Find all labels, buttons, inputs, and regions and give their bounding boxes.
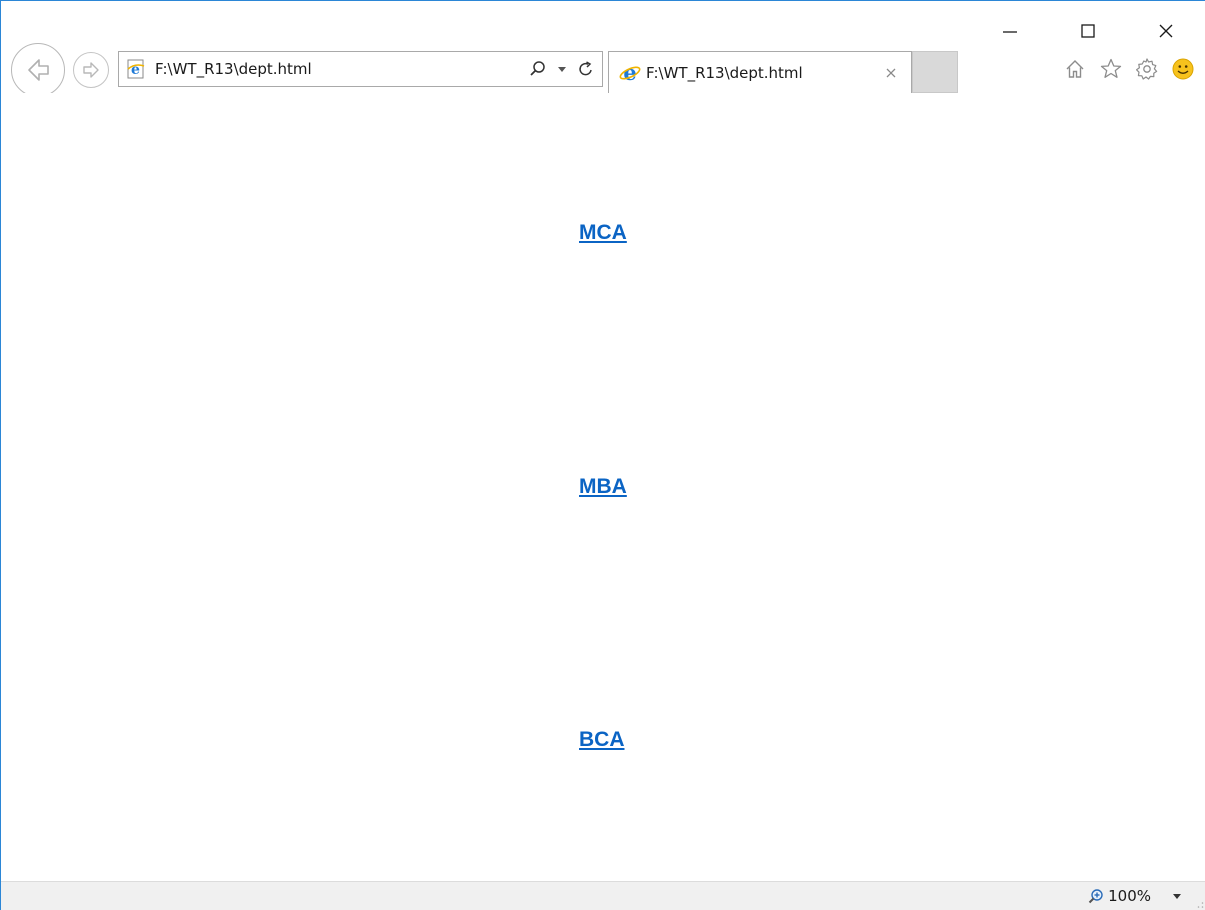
zoom-dropdown[interactable] bbox=[1171, 890, 1183, 902]
close-icon bbox=[1159, 24, 1173, 38]
forward-arrow-icon bbox=[83, 62, 99, 78]
tab-label: F:\WT_R13\dept.html bbox=[646, 63, 803, 82]
home-icon bbox=[1066, 60, 1084, 78]
back-arrow-icon bbox=[28, 59, 49, 81]
favorites-button[interactable] bbox=[1097, 55, 1125, 83]
smiley-icon bbox=[1172, 58, 1194, 80]
ie-page-icon: e bbox=[124, 57, 148, 81]
svg-text:e: e bbox=[623, 62, 636, 84]
address-text[interactable]: F:\WT_R13\dept.html bbox=[155, 60, 528, 78]
refresh-button[interactable] bbox=[576, 57, 596, 81]
resize-grip-icon[interactable] bbox=[1196, 901, 1204, 909]
minimize-icon bbox=[1003, 31, 1017, 33]
close-tab-button[interactable] bbox=[881, 63, 901, 83]
feedback-button[interactable] bbox=[1169, 55, 1197, 83]
page-content: MCA MBA BCA bbox=[1, 93, 1205, 881]
star-icon bbox=[1100, 58, 1122, 78]
forward-button[interactable] bbox=[73, 52, 109, 88]
refresh-icon bbox=[579, 61, 592, 76]
tools-button[interactable] bbox=[1133, 55, 1161, 83]
window-controls bbox=[971, 9, 1205, 53]
chevron-down-icon bbox=[558, 67, 566, 72]
command-icons bbox=[1061, 55, 1197, 83]
minimize-button[interactable] bbox=[971, 9, 1049, 53]
address-bar[interactable]: e F:\WT_R13\dept.html bbox=[118, 51, 603, 87]
status-bar: 100% bbox=[1, 881, 1205, 910]
maximize-button[interactable] bbox=[1049, 9, 1127, 53]
zoom-control[interactable]: 100% bbox=[1088, 887, 1183, 905]
address-dropdown-button[interactable] bbox=[552, 57, 572, 81]
link-mba[interactable]: MBA bbox=[579, 475, 627, 499]
link-bca[interactable]: BCA bbox=[579, 728, 625, 752]
zoom-level: 100% bbox=[1108, 887, 1151, 905]
browser-window: e F:\WT_R13\dept.html e F:\WT_R13\dept.h… bbox=[0, 0, 1205, 910]
tab-dept-html[interactable]: e F:\WT_R13\dept.html bbox=[608, 51, 912, 93]
link-mca[interactable]: MCA bbox=[579, 221, 627, 245]
close-icon bbox=[886, 68, 896, 77]
back-button[interactable] bbox=[11, 43, 65, 97]
zoom-icon bbox=[1088, 889, 1103, 904]
ie-logo-icon: e bbox=[618, 61, 642, 85]
gear-icon bbox=[1136, 58, 1158, 80]
chevron-down-icon bbox=[1173, 894, 1181, 899]
close-window-button[interactable] bbox=[1127, 9, 1205, 53]
home-button[interactable] bbox=[1061, 55, 1089, 83]
maximize-icon bbox=[1081, 24, 1095, 38]
address-tools bbox=[528, 57, 596, 81]
search-button[interactable] bbox=[528, 57, 548, 81]
new-tab-button[interactable] bbox=[912, 51, 958, 93]
search-icon bbox=[530, 61, 545, 76]
